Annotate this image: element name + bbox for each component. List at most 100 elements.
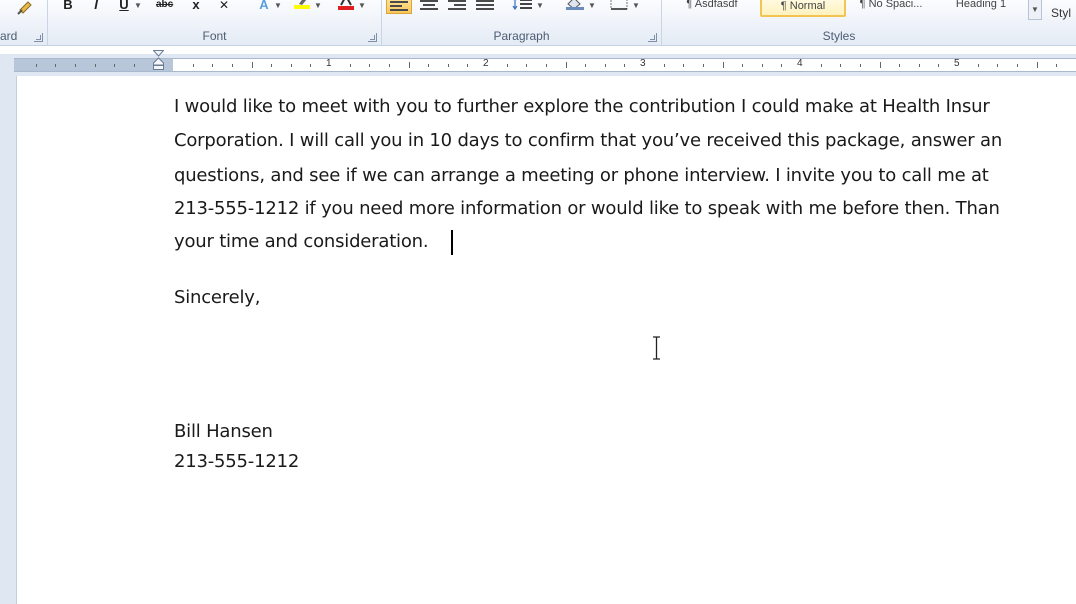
font-launcher-button[interactable]: [368, 33, 377, 42]
ruler-tick: [349, 64, 351, 67]
line-spacing-button[interactable]: [512, 0, 534, 14]
ruler-tick: [271, 64, 273, 67]
ruler-tick: [212, 64, 214, 67]
signature-phone[interactable]: 213-555-1212: [174, 451, 299, 472]
ruler-tick: [840, 64, 842, 67]
ruler-number: 4: [797, 58, 803, 69]
ruler-tick: [35, 64, 37, 67]
closing-line[interactable]: Sincerely,: [174, 287, 260, 308]
body-line[interactable]: I would like to meet with you to further…: [174, 96, 990, 117]
bold-button[interactable]: B: [60, 0, 76, 14]
ruler-tick: [133, 64, 135, 67]
align-center-button[interactable]: [418, 0, 440, 14]
ruler-tick: [251, 62, 253, 68]
align-center-icon: [420, 0, 438, 10]
borders-button[interactable]: [608, 0, 630, 14]
align-right-button[interactable]: [446, 0, 468, 14]
style-gallery-item[interactable]: ¶ Asdfasdf: [670, 0, 754, 17]
paragraph-group: ▼ ▼ ▼ Paragraph: [382, 0, 662, 45]
highlight-dropdown-arrow[interactable]: ▼: [314, 1, 322, 10]
indent-marker-icon[interactable]: [153, 50, 164, 70]
ibeam-cursor-icon: [653, 336, 660, 360]
ruler-tick: [447, 64, 449, 67]
ruler-tick: [859, 64, 861, 67]
borders-dropdown-arrow[interactable]: ▼: [632, 1, 640, 10]
ruler-tick: [663, 64, 665, 67]
horizontal-ruler[interactable]: 1 2 3 4 5: [0, 50, 1076, 76]
underline-button[interactable]: U: [116, 0, 132, 14]
format-painter-icon: [17, 1, 32, 15]
text-effects-button[interactable]: A: [256, 0, 272, 14]
text-effects-dropdown-arrow[interactable]: ▼: [274, 1, 282, 10]
ruler-tick: [781, 64, 783, 67]
ruler-tick: [918, 64, 920, 67]
body-line[interactable]: 213-555-1212 if you need more informatio…: [174, 198, 1000, 219]
ruler-tick: [290, 64, 292, 67]
ruler-tick: [1016, 64, 1018, 67]
justify-button[interactable]: [474, 0, 496, 14]
ruler-tick: [742, 64, 744, 67]
strikethrough-button[interactable]: abc: [156, 0, 173, 14]
styles-group: ¶ Asdfasdf ¶ Normal ¶ No Spaci... Headin…: [662, 0, 1076, 45]
signature-name[interactable]: Bill Hansen: [174, 421, 273, 442]
font-color-icon: [338, 0, 354, 10]
ruler-number: 2: [483, 58, 489, 69]
font-group-label: Font: [202, 29, 227, 43]
ruler-number: 5: [954, 58, 960, 69]
ruler-tick: [1036, 62, 1038, 68]
ruler-tick: [388, 64, 390, 67]
shading-button[interactable]: [564, 0, 586, 14]
ruler-left-margin: [14, 59, 173, 71]
paragraph-launcher-button[interactable]: [648, 33, 657, 42]
style-gallery-item-normal[interactable]: ¶ Normal: [760, 0, 846, 17]
ruler-tick: [1056, 64, 1058, 67]
ruler-tick: [192, 64, 194, 67]
ruler-tick: [428, 64, 430, 67]
text-caret: [451, 230, 453, 255]
ruler-tick: [408, 62, 410, 68]
format-painter-button[interactable]: [16, 0, 36, 16]
borders-icon: [610, 0, 628, 10]
ruler-strip: 1 2 3 4 5: [14, 58, 1076, 72]
font-color-dropdown-arrow[interactable]: ▼: [358, 1, 366, 10]
ruler-tick: [74, 64, 76, 67]
ruler-tick: [55, 64, 57, 67]
ruler-tick: [585, 64, 587, 67]
ruler-tick: [369, 64, 371, 67]
ruler-number: 1: [326, 58, 332, 69]
clipboard-launcher-button[interactable]: [34, 33, 43, 42]
highlight-button[interactable]: [292, 0, 312, 14]
styles-group-label: Styles: [822, 29, 856, 43]
underline-dropdown-arrow[interactable]: ▼: [134, 1, 142, 10]
body-line[interactable]: Corporation. I will call you in 10 days …: [174, 130, 1002, 151]
ruler-tick: [506, 64, 508, 67]
align-left-button[interactable]: [386, 0, 412, 14]
clear-formatting-button[interactable]: ✕: [216, 0, 232, 14]
paragraph-group-label: Paragraph: [493, 29, 550, 43]
ruler-tick: [722, 62, 724, 68]
ruler-tick: [604, 64, 606, 67]
ruler-tick: [114, 64, 116, 67]
body-line[interactable]: questions, and see if we can arrange a m…: [174, 165, 989, 186]
ruler-tick: [938, 64, 940, 67]
style-gallery-item[interactable]: ¶ No Spaci...: [848, 0, 934, 17]
italic-button[interactable]: I: [88, 0, 104, 14]
ruler-tick: [624, 64, 626, 67]
ruler-tick: [977, 64, 979, 67]
body-line[interactable]: your time and consideration.: [174, 231, 429, 252]
style-gallery-item[interactable]: Heading 1: [938, 0, 1024, 17]
document-page[interactable]: I would like to meet with you to further…: [16, 76, 1076, 604]
subscript-button[interactable]: x: [188, 0, 204, 14]
ruler-tick: [231, 64, 233, 67]
ruler-tick: [310, 64, 312, 67]
justify-icon: [476, 0, 494, 10]
align-right-icon: [448, 0, 466, 10]
align-left-icon: [390, 0, 408, 11]
shading-dropdown-arrow[interactable]: ▼: [588, 1, 596, 10]
ruler-number: 3: [640, 58, 646, 69]
font-color-button[interactable]: [336, 0, 356, 14]
line-spacing-dropdown-arrow[interactable]: ▼: [536, 1, 544, 10]
change-styles-button[interactable]: Styl: [1051, 6, 1071, 20]
styles-gallery-scroll-button[interactable]: ▼: [1028, 0, 1042, 20]
ruler-tick: [997, 64, 999, 67]
